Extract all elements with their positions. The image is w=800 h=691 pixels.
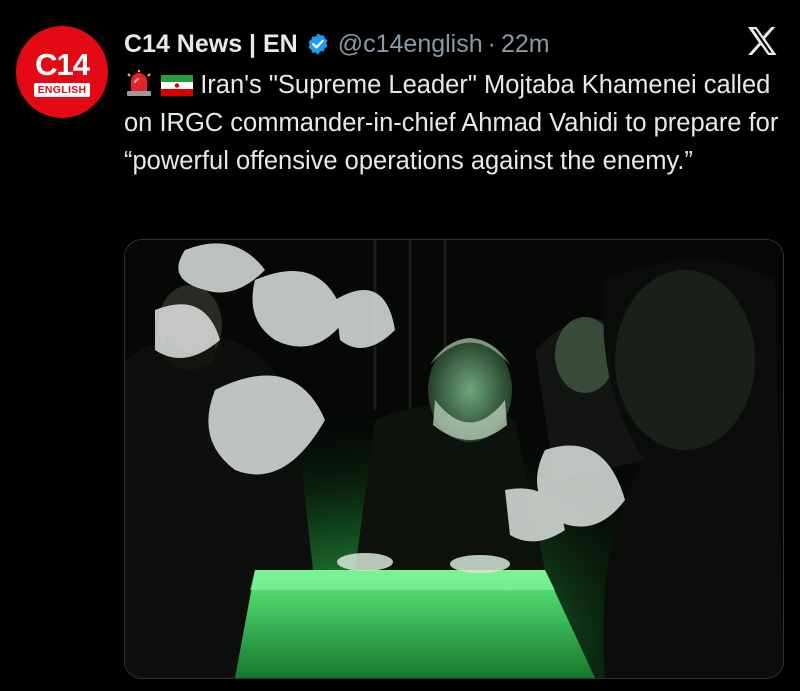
tweet-text: Iran's "Supreme Leader" Mojtaba Khamenei…	[124, 66, 784, 180]
verified-badge-icon	[308, 33, 328, 55]
avatar-logo-text: C14	[35, 46, 90, 82]
tweet-media-photo[interactable]	[124, 239, 784, 679]
photo-image	[125, 240, 783, 678]
display-name[interactable]: C14 News | EN	[124, 30, 298, 59]
siren-emoji-icon	[127, 70, 151, 96]
user-handle[interactable]: @c14english	[338, 30, 483, 59]
timestamp[interactable]: 22m	[501, 30, 550, 59]
tweet-header: C14 News | EN @c14english · 22m	[124, 27, 550, 61]
x-logo-icon[interactable]	[746, 26, 778, 56]
iran-flag-emoji-icon	[161, 75, 194, 96]
separator-dot: ·	[487, 29, 496, 58]
tweet-card[interactable]: C14 ENGLISH C14 News | EN @c14english · …	[0, 0, 800, 691]
avatar[interactable]: C14 ENGLISH	[16, 26, 108, 118]
avatar-subtitle: ENGLISH	[33, 82, 91, 98]
tweet-body-text: Iran's "Supreme Leader" Mojtaba Khamenei…	[124, 71, 779, 175]
